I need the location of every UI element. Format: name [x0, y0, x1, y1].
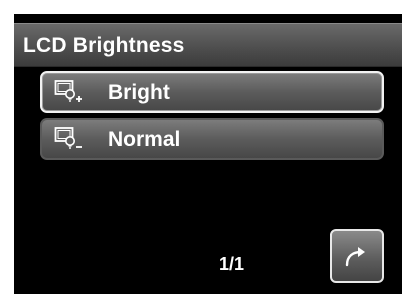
- title-bar: LCD Brightness: [14, 23, 402, 67]
- page-indicator: 1/1: [219, 254, 245, 274]
- camera-menu-screen: LCD Brightness Bright Normal 1/1: [14, 14, 402, 294]
- page-title: LCD Brightness: [23, 34, 185, 57]
- menu-item-normal[interactable]: Normal: [40, 118, 384, 160]
- menu-item-bright[interactable]: Bright: [40, 71, 384, 113]
- menu-item-label: Bright: [108, 81, 170, 104]
- return-arrow-icon: [345, 247, 365, 267]
- return-button[interactable]: [330, 229, 384, 283]
- menu-item-label: Normal: [108, 128, 181, 151]
- lcd-brightness-minus-icon: [54, 126, 84, 152]
- lcd-bright-plus-icon: [54, 79, 84, 105]
